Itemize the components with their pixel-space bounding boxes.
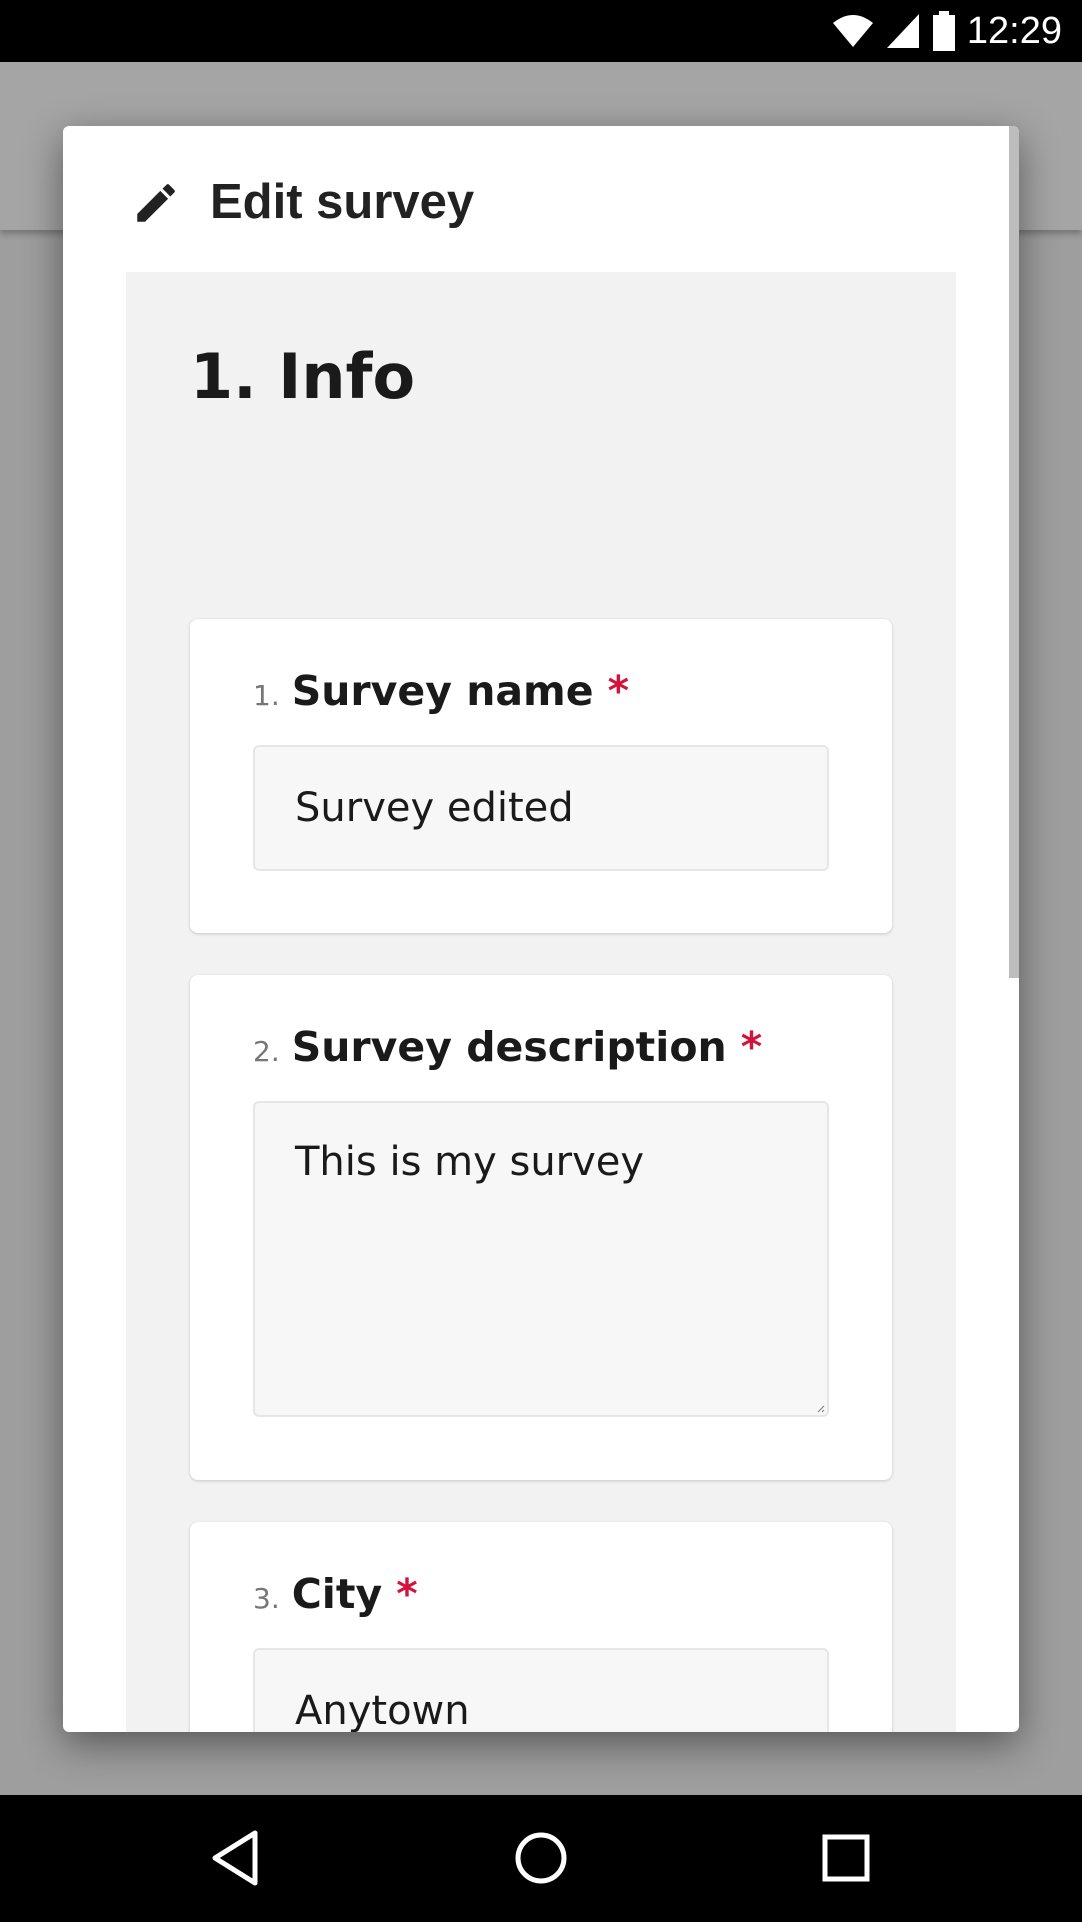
home-icon[interactable] xyxy=(508,1825,574,1891)
survey-name-value: Survey edited xyxy=(295,785,574,831)
status-time: 12:29 xyxy=(966,9,1062,52)
survey-form: 1. Info 1. Survey name * Survey edited 2… xyxy=(126,272,956,1732)
status-bar: 12:29 xyxy=(0,0,1082,62)
status-icons: 12:29 xyxy=(831,0,1062,62)
dialog-title: Edit survey xyxy=(210,175,475,229)
question-text: Survey name xyxy=(291,667,594,715)
survey-description-textarea[interactable]: This is my survey xyxy=(253,1101,829,1417)
system-nav-bar xyxy=(0,1795,1082,1922)
required-asterisk: * xyxy=(396,1570,418,1618)
question-number: 2. xyxy=(253,1035,280,1068)
question-label: 1. Survey name * xyxy=(253,667,629,715)
wifi-icon xyxy=(832,15,873,47)
question-card-survey-name: 1. Survey name * Survey edited xyxy=(190,619,892,933)
dialog-scrollbar[interactable] xyxy=(1009,126,1019,978)
question-card-city: 3. City * Anytown xyxy=(190,1522,892,1732)
edit-survey-dialog: Edit survey 1. Info 1. Survey name * Sur… xyxy=(63,126,1019,1732)
question-label: 3. City * xyxy=(253,1570,418,1618)
back-icon[interactable] xyxy=(203,1825,269,1891)
question-label: 2. Survey description * xyxy=(253,1023,762,1071)
resize-handle-icon[interactable] xyxy=(815,1403,825,1413)
required-asterisk: * xyxy=(740,1023,763,1071)
pencil-icon xyxy=(137,184,175,222)
section-title: 1. Info xyxy=(190,340,416,413)
question-number: 1. xyxy=(253,679,280,712)
recents-icon[interactable] xyxy=(813,1825,879,1891)
survey-name-input[interactable]: Survey edited xyxy=(253,745,829,871)
required-asterisk: * xyxy=(607,667,630,715)
question-text: Survey description xyxy=(291,1023,727,1071)
battery-icon xyxy=(932,11,955,51)
question-card-survey-description: 2. Survey description * This is my surve… xyxy=(190,975,892,1480)
question-number: 3. xyxy=(253,1582,280,1615)
survey-description-value: This is my survey xyxy=(295,1139,645,1185)
cell-signal-icon xyxy=(886,14,919,48)
city-input[interactable]: Anytown xyxy=(253,1648,829,1732)
dialog-header: Edit survey xyxy=(63,126,1019,272)
city-value: Anytown xyxy=(295,1688,470,1732)
question-text: City xyxy=(291,1570,383,1618)
